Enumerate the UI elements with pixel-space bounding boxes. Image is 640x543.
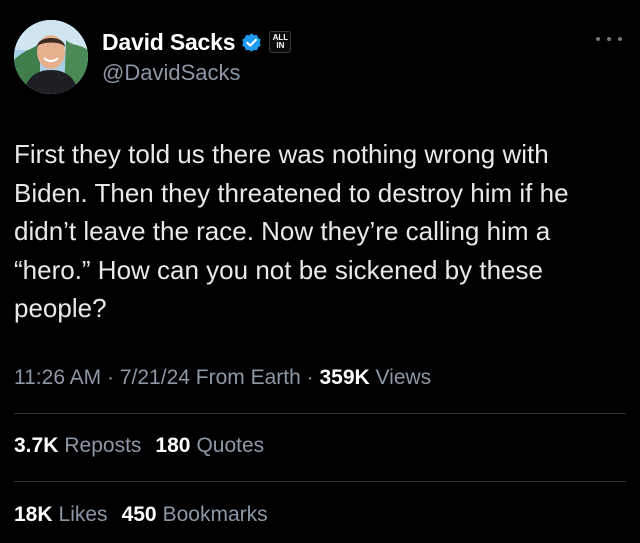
more-options-icon[interactable] [596, 32, 622, 46]
author-handle[interactable]: @DavidSacks [102, 60, 582, 86]
avatar[interactable] [14, 20, 88, 94]
name-row: David Sacks ALL IN [102, 26, 582, 58]
tweet-source: From Earth [195, 366, 301, 389]
divider [14, 413, 626, 414]
affiliation-badge-icon[interactable]: ALL IN [269, 31, 292, 53]
tweet-meta: 11:26 AM · 7/21/24 From Earth · 359K Vie… [14, 366, 431, 390]
engagement-row-likes: 18K Likes 450 Bookmarks [14, 503, 282, 527]
quotes-stat[interactable]: 180 Quotes [155, 434, 264, 458]
more-dot [607, 37, 611, 41]
meta-separator: · [107, 366, 115, 389]
more-dot [596, 37, 600, 41]
tweet-date[interactable]: 7/21/24 [120, 366, 190, 389]
tweet-time[interactable]: 11:26 AM [14, 366, 101, 389]
likes-stat[interactable]: 18K Likes [14, 503, 108, 527]
likes-count: 18K [14, 503, 53, 526]
meta-separator: · [306, 366, 314, 389]
avatar-image [14, 20, 88, 94]
engagement-row-reposts: 3.7K Reposts 180 Quotes [14, 434, 278, 458]
author-display-name[interactable]: David Sacks [102, 29, 236, 56]
bookmarks-stat[interactable]: 450 Bookmarks [122, 503, 268, 527]
quotes-count: 180 [155, 434, 191, 457]
affiliation-line-2: IN [276, 41, 285, 50]
divider [14, 481, 626, 482]
views-count: 359K [319, 366, 370, 389]
verified-badge-icon[interactable] [240, 31, 263, 54]
views-label: Views [375, 366, 432, 389]
likes-label: Likes [58, 503, 108, 526]
quotes-label: Quotes [196, 434, 265, 457]
reposts-stat[interactable]: 3.7K Reposts [14, 434, 141, 458]
author-info: David Sacks ALL IN @DavidSacks [102, 26, 582, 86]
tweet-header: David Sacks ALL IN @DavidSacks [14, 20, 626, 94]
bookmarks-label: Bookmarks [162, 503, 268, 526]
reposts-label: Reposts [64, 434, 142, 457]
reposts-count: 3.7K [14, 434, 59, 457]
more-dot [618, 37, 622, 41]
bookmarks-count: 450 [121, 503, 157, 526]
tweet-text: First they told us there was nothing wro… [14, 139, 569, 323]
tweet-detail: David Sacks ALL IN @DavidSacks First the [0, 0, 640, 543]
